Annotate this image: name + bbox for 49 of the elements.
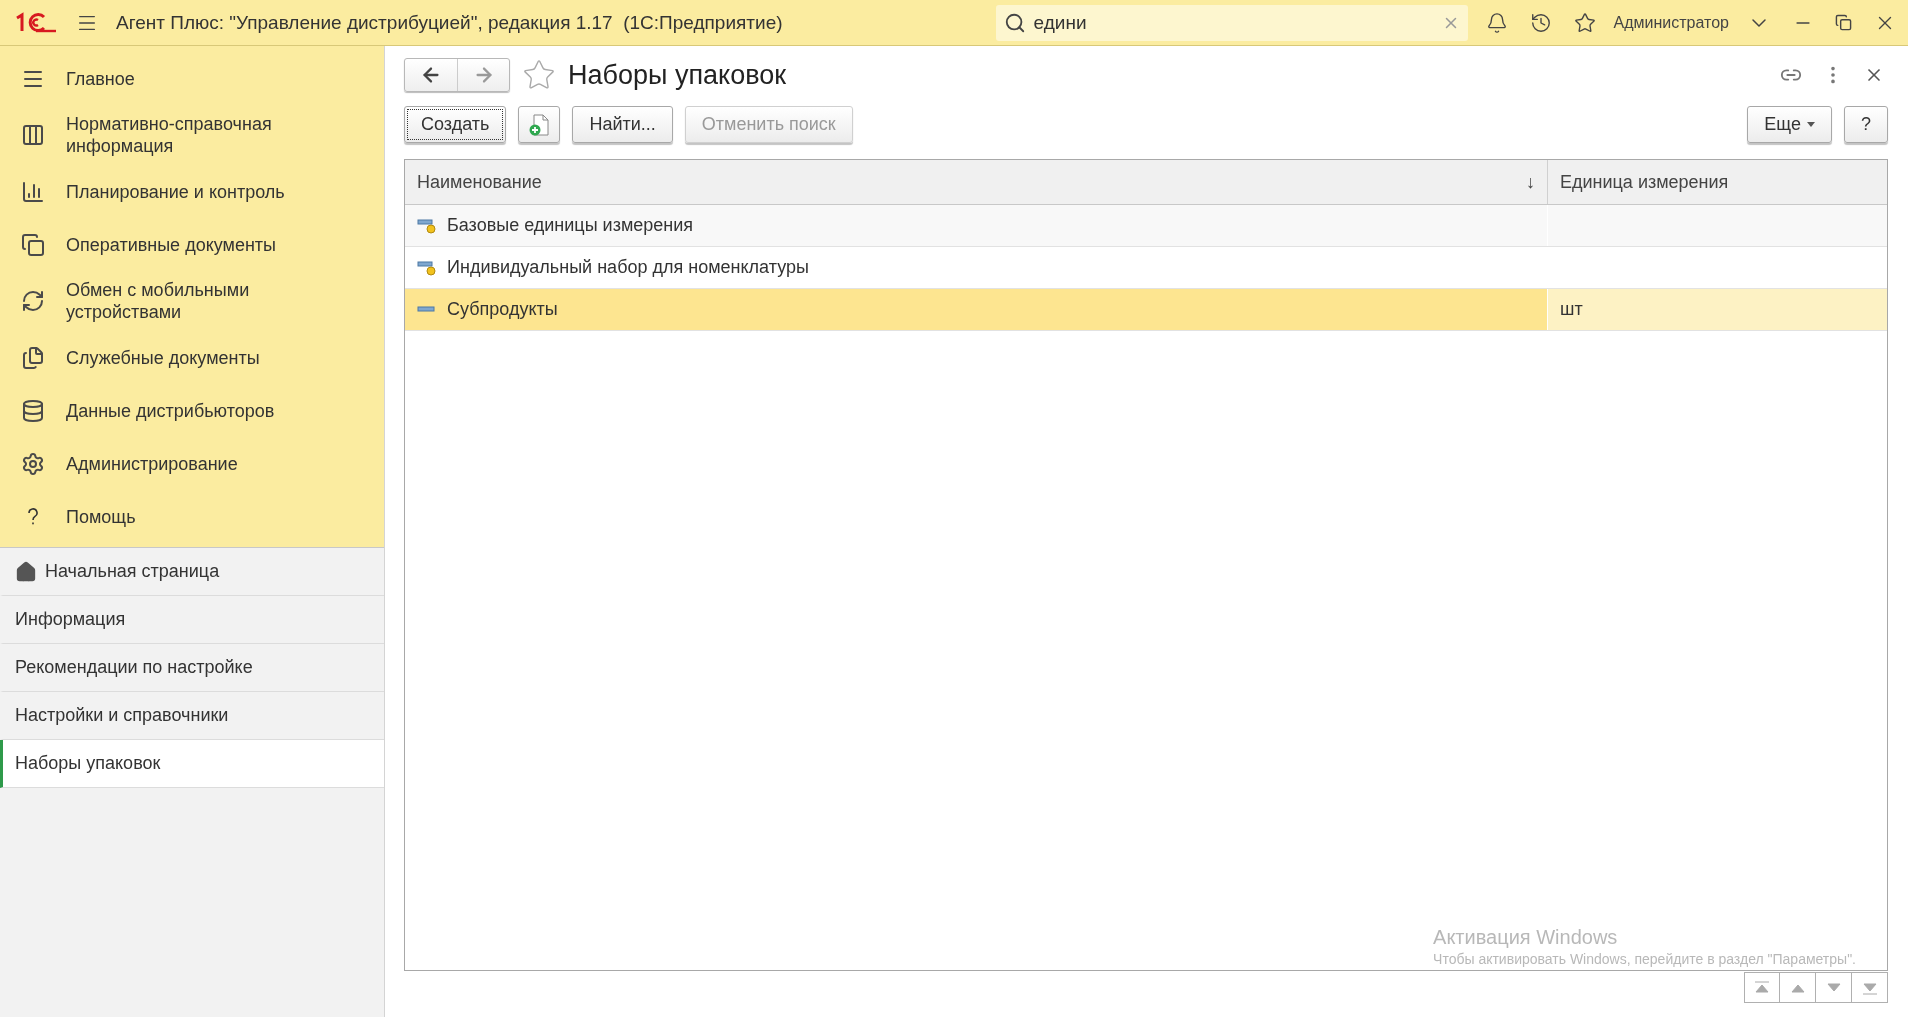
toolbar-button[interactable]: Найти...: [572, 106, 673, 143]
search-field[interactable]: едини: [1031, 10, 1436, 35]
section-link[interactable]: Оперативные документы: [66, 233, 277, 256]
open-window-tab[interactable]: Наборы упаковок: [0, 740, 384, 788]
table-cell: Базовые единицы измерения: [405, 205, 1547, 246]
window-title: Агент Плюс: "Управление дистрибуцией", редакция 1.17 (1С:Предприятие): [116, 11, 784, 34]
more-button[interactable]: Еще: [1747, 106, 1832, 143]
section-link[interactable]: Нормативно-справочная информация: [66, 113, 326, 157]
activation-notice-title: Активация Windows: [1433, 926, 1619, 949]
section-icon: [21, 232, 45, 257]
table-cell: Индивидуальный набор для номенклатуры: [405, 247, 1547, 288]
search-bar[interactable]: едини: [995, 4, 1468, 41]
user-name[interactable]: Администратор: [1613, 13, 1729, 32]
search-icon: [1003, 11, 1026, 34]
home-icon: [15, 560, 37, 583]
toolbar-button[interactable]: Создать: [404, 106, 507, 143]
section-link[interactable]: Помощь: [66, 505, 136, 528]
section-icon: [21, 398, 45, 423]
table-cell: Субпродукты: [405, 289, 1547, 330]
section-link[interactable]: Администрирование: [66, 452, 238, 475]
help-button[interactable]: ?: [1844, 106, 1888, 143]
folder-set-icon: [417, 259, 437, 276]
section-link[interactable]: Обмен с мобильными устройствами: [66, 279, 326, 323]
section-icon: [21, 123, 45, 147]
column-header[interactable]: Наименование ↓: [405, 160, 1547, 204]
scroll-button[interactable]: [1780, 972, 1816, 1003]
caret-icon: [1807, 122, 1815, 127]
section-icon: [21, 179, 45, 204]
section-link[interactable]: Данные дистрибьюторов: [66, 399, 275, 422]
new-document-icon: [528, 112, 551, 137]
section-link[interactable]: Планирование и контроль: [66, 180, 285, 203]
question-mark-icon: [27, 507, 39, 526]
section-icon: [21, 289, 45, 313]
scroll-button[interactable]: [1744, 972, 1780, 1003]
section-link[interactable]: Служебные документы: [66, 346, 260, 369]
logo-icon: [14, 11, 58, 34]
section-icon: [21, 451, 45, 476]
section-icon: [21, 345, 45, 370]
section-link[interactable]: Главное: [66, 67, 135, 90]
column-header[interactable]: Единица измерения: [1547, 160, 1887, 204]
create-document-button[interactable]: [518, 106, 561, 143]
scroll-arrow-icon: [1753, 979, 1771, 996]
table-cell: шт: [1547, 289, 1887, 330]
scroll-button[interactable]: [1852, 972, 1888, 1003]
favorite-star-icon[interactable]: [522, 58, 556, 92]
scroll-button[interactable]: [1816, 972, 1852, 1003]
folder-set-icon: [417, 217, 437, 234]
form-title: Наборы упаковок: [568, 59, 788, 91]
activation-notice-text: Чтобы активировать Windows, перейдите в раздел "Параметры".: [1433, 951, 1856, 967]
